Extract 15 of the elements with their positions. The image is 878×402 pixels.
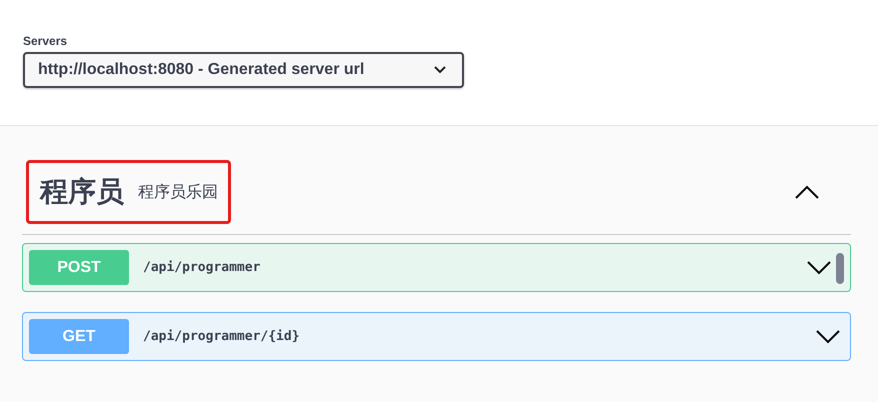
operation-row[interactable]: POST /api/programmer [22, 243, 851, 292]
endpoint-path: /api/programmer [143, 260, 262, 275]
expand-icon[interactable] [816, 330, 840, 344]
method-badge: GET [29, 319, 129, 354]
servers-label: Servers [23, 34, 68, 48]
server-select[interactable]: http://localhost:8080 - Generated server url [23, 52, 464, 88]
copy-button[interactable] [836, 253, 844, 284]
collapse-icon[interactable] [795, 185, 819, 199]
method-badge: POST [29, 250, 129, 285]
expand-icon[interactable] [807, 260, 831, 274]
tag-title: 程序员 [40, 175, 124, 209]
caret-icon [434, 66, 446, 74]
endpoint-path: /api/programmer/{id} [143, 329, 301, 344]
tag-description: 程序员乐园 [138, 182, 218, 202]
operation-row[interactable]: GET /api/programmer/{id} [22, 312, 851, 361]
